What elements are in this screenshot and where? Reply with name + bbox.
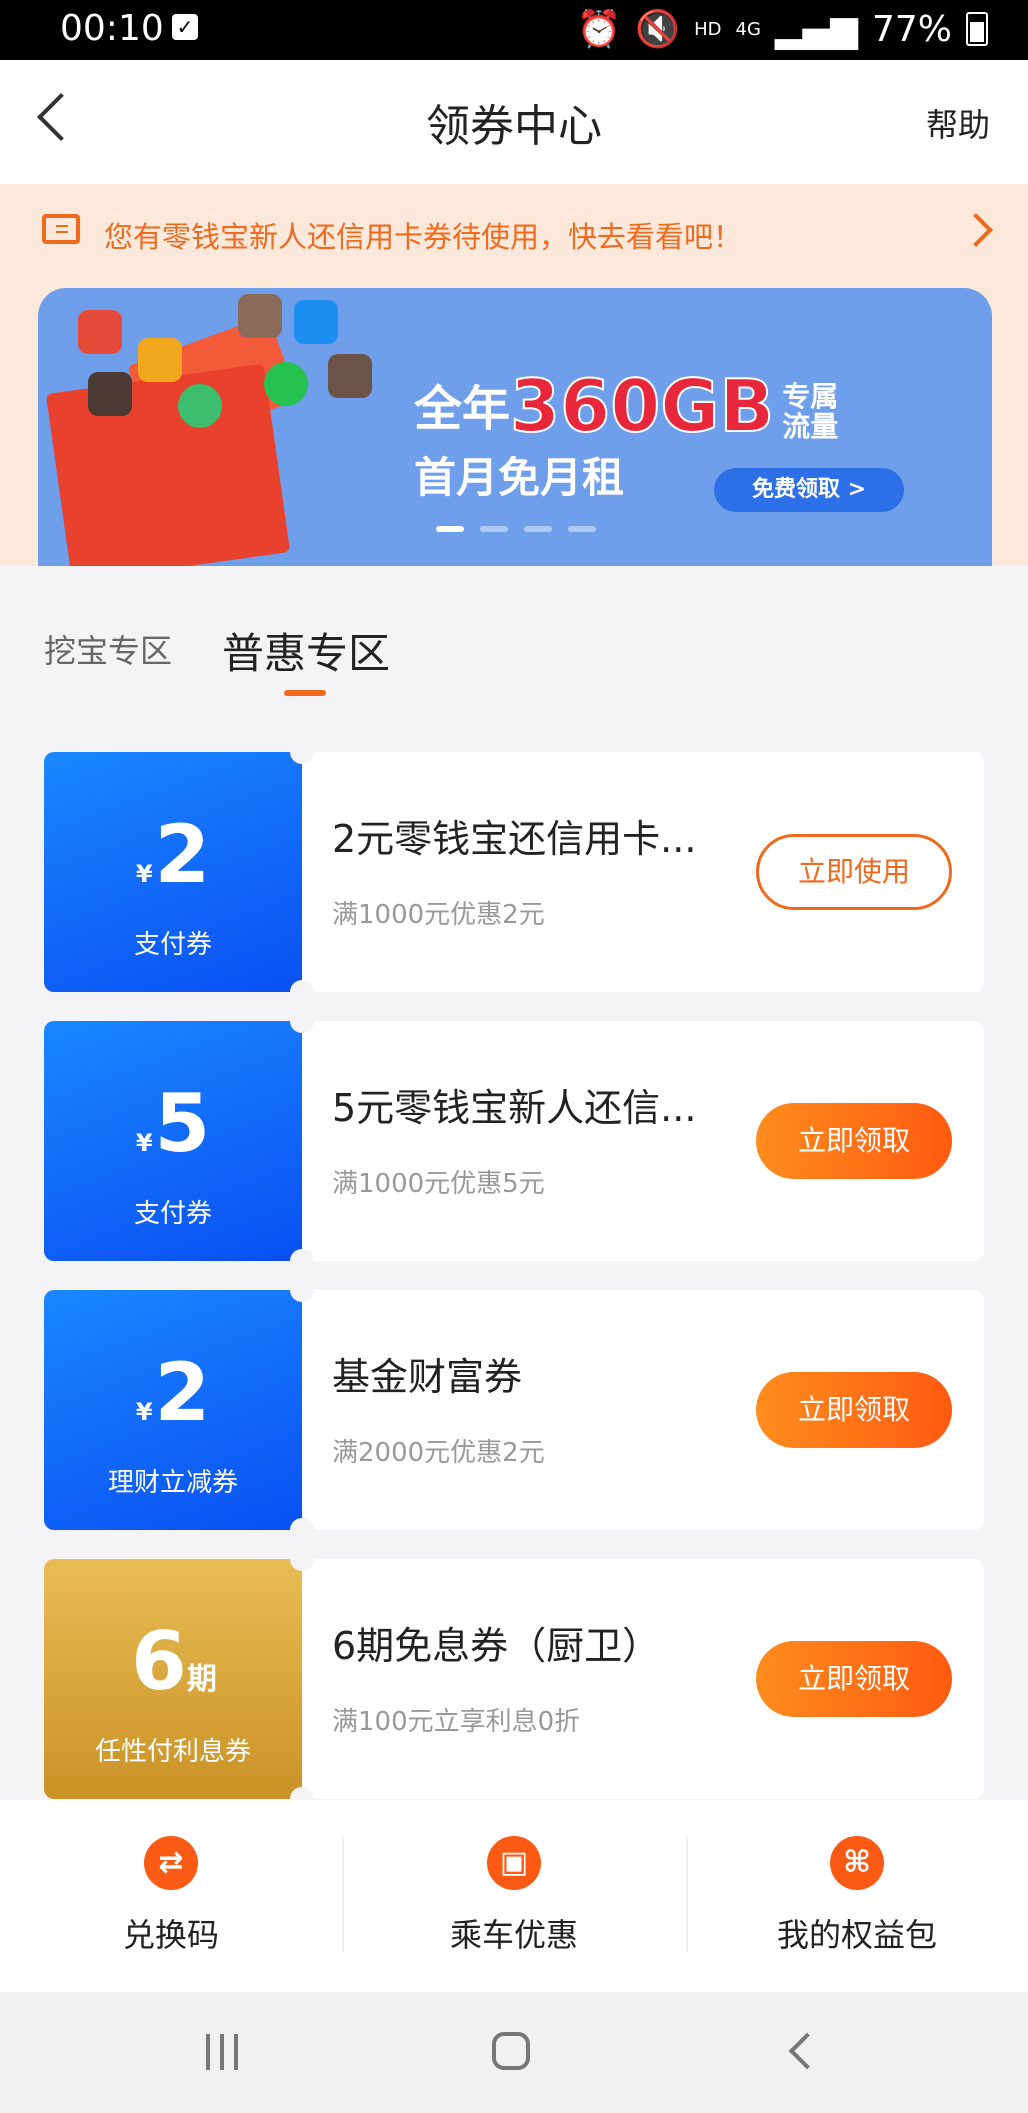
coupon-value-panel: 6期 任性付利息券 [44, 1559, 302, 1799]
network-indicator: 4G [735, 18, 761, 40]
coupon-name: 基金财富券 [332, 1355, 523, 1399]
coupon-condition: 满100元立享利息0折 [332, 1707, 581, 1737]
coupon-amount: 5 [154, 1077, 211, 1170]
my-benefits-button[interactable]: ⌘ 我的权益包 [686, 1800, 1028, 1992]
coupon-kind: 理财立减券 [107, 1468, 238, 1498]
video-icon [178, 384, 222, 428]
carousel-dots [436, 526, 596, 532]
coupon-kind: 支付券 [133, 930, 212, 960]
bottom-label: 乘车优惠 [449, 1916, 578, 1954]
system-back-icon[interactable] [788, 2032, 826, 2070]
exchange-icon: ⇄ [144, 1836, 198, 1890]
coupon-amount: 6 [131, 1615, 187, 1708]
coupon-name: 2元零钱宝还信用卡... [332, 817, 697, 861]
page-title: 领券中心 [426, 101, 602, 152]
hd-indicator: HD [694, 18, 722, 40]
coupon-notch [290, 1249, 314, 1261]
package-icon: ⌘ [830, 1836, 884, 1890]
status-bar: 00:10 ✓ ⏰ 🔇 HD 4G ▂▄▆ 77% [0, 0, 1028, 60]
chevron-right-icon [959, 213, 993, 247]
recent-apps-icon[interactable] [206, 2034, 242, 2070]
bus-icon: ▣ [487, 1836, 541, 1890]
coupon-card: 6期 任性付利息券 6期免息券（厨卫） 满100元立享利息0折 立即领取 [44, 1559, 984, 1799]
mute-icon: 🔇 [635, 9, 681, 50]
app-icon [78, 310, 122, 354]
carousel-dot [568, 526, 596, 532]
weibo-icon [138, 338, 182, 382]
coupon-currency: ¥ [135, 860, 153, 888]
coupon-name: 5元零钱宝新人还信... [332, 1086, 697, 1130]
battery-icon [966, 12, 988, 46]
alarm-icon: ⏰ [576, 9, 622, 50]
battery-percent: 77% [871, 8, 952, 50]
wechat-icon [264, 362, 308, 406]
coupon-name: 6期免息券（厨卫） [332, 1624, 661, 1668]
claim-now-button[interactable]: 立即领取 [756, 1372, 952, 1448]
ticket-icon [42, 214, 80, 244]
banner-big-number: 360GB [509, 363, 775, 449]
ride-discount-button[interactable]: ▣ 乘车优惠 [343, 1800, 685, 1992]
game-icon [328, 354, 372, 398]
promo-area: 您有零钱宝新人还信用卡券待使用，快去看看吧！ 全年360GB 专属 流量 首月免月租… [0, 184, 1028, 566]
zone-tabs: 挖宝专区 普惠专区 [0, 566, 1028, 716]
promo-banner[interactable]: 全年360GB 专属 流量 首月免月租 免费领取 > [38, 288, 992, 566]
coupon-amount: 2 [154, 1346, 211, 1439]
coupon-condition: 满1000元优惠5元 [332, 1169, 545, 1199]
coupon-notch [290, 1787, 314, 1799]
coupon-currency: ¥ [135, 1129, 153, 1157]
bottom-label: 兑换码 [122, 1916, 219, 1954]
coupon-card: ¥5 支付券 5元零钱宝新人还信... 满1000元优惠5元 立即领取 [44, 1021, 984, 1261]
banner-headline: 全年360GB 专属 流量 [414, 358, 839, 449]
tab-benefit-zone[interactable]: 普惠专区 [222, 620, 390, 681]
coupon-condition: 满1000元优惠2元 [332, 900, 545, 930]
top-navbar: 领券中心 帮助 [0, 60, 1028, 184]
banner-cta-button[interactable]: 免费领取 > [714, 468, 904, 512]
coupon-amount: 2 [154, 808, 211, 901]
coupon-kind: 任性付利息券 [94, 1737, 251, 1767]
coupon-notch [290, 980, 314, 992]
tab-treasure-zone[interactable]: 挖宝专区 [44, 626, 172, 672]
coupon-condition: 满2000元优惠2元 [332, 1438, 545, 1468]
carousel-dot [524, 526, 552, 532]
status-right: ⏰ 🔇 HD 4G ▂▄▆ 77% [576, 8, 988, 50]
bottom-label: 我的权益包 [776, 1916, 937, 1954]
banner-sub1: 专属 [782, 380, 839, 413]
notice-text: 您有零钱宝新人还信用卡券待使用，快去看看吧！ [104, 220, 743, 254]
signal-icon: ▂▄▆ [774, 8, 858, 50]
carousel-dot [436, 526, 464, 532]
checkbox-notification-icon: ✓ [172, 14, 198, 40]
carousel-dot [480, 526, 508, 532]
help-button[interactable]: 帮助 [926, 100, 990, 146]
coupon-value-panel: ¥5 支付券 [44, 1021, 302, 1261]
redeem-code-button[interactable]: ⇄ 兑换码 [0, 1800, 342, 1992]
home-icon[interactable] [492, 2032, 530, 2070]
notice-bar[interactable]: 您有零钱宝新人还信用卡券待使用，快去看看吧！ [0, 184, 1028, 284]
system-navigation-bar [0, 1992, 1028, 2113]
coupon-notch [290, 1518, 314, 1530]
game-icon [238, 294, 282, 338]
claim-now-button[interactable]: 立即领取 [756, 1103, 952, 1179]
coupon-card: ¥2 理财立减券 基金财富券 满2000元优惠2元 立即领取 [44, 1290, 984, 1530]
coupon-card: ¥2 支付券 2元零钱宝还信用卡... 满1000元优惠2元 立即使用 [44, 752, 984, 992]
banner-sub2: 流量 [782, 410, 839, 443]
banner-prefix: 全年 [414, 381, 511, 437]
game-icon [88, 372, 132, 416]
coupon-value-panel: ¥2 理财立减券 [44, 1290, 302, 1530]
coupon-currency: ¥ [135, 1398, 153, 1426]
tab-active-indicator [284, 690, 326, 696]
coupon-kind: 支付券 [133, 1199, 212, 1229]
status-time: 00:10 [60, 8, 164, 49]
claim-now-button[interactable]: 立即领取 [756, 1641, 952, 1717]
coupon-unit: 期 [186, 1662, 217, 1697]
coupon-value-panel: ¥2 支付券 [44, 752, 302, 992]
use-now-button[interactable]: 立即使用 [756, 834, 952, 910]
gift-box-icon [45, 363, 291, 566]
bottom-shortcut-bar: ⇄ 兑换码 ▣ 乘车优惠 ⌘ 我的权益包 [0, 1800, 1028, 1992]
app-icon [294, 300, 338, 344]
banner-subline: 首月免月租 [414, 453, 625, 502]
